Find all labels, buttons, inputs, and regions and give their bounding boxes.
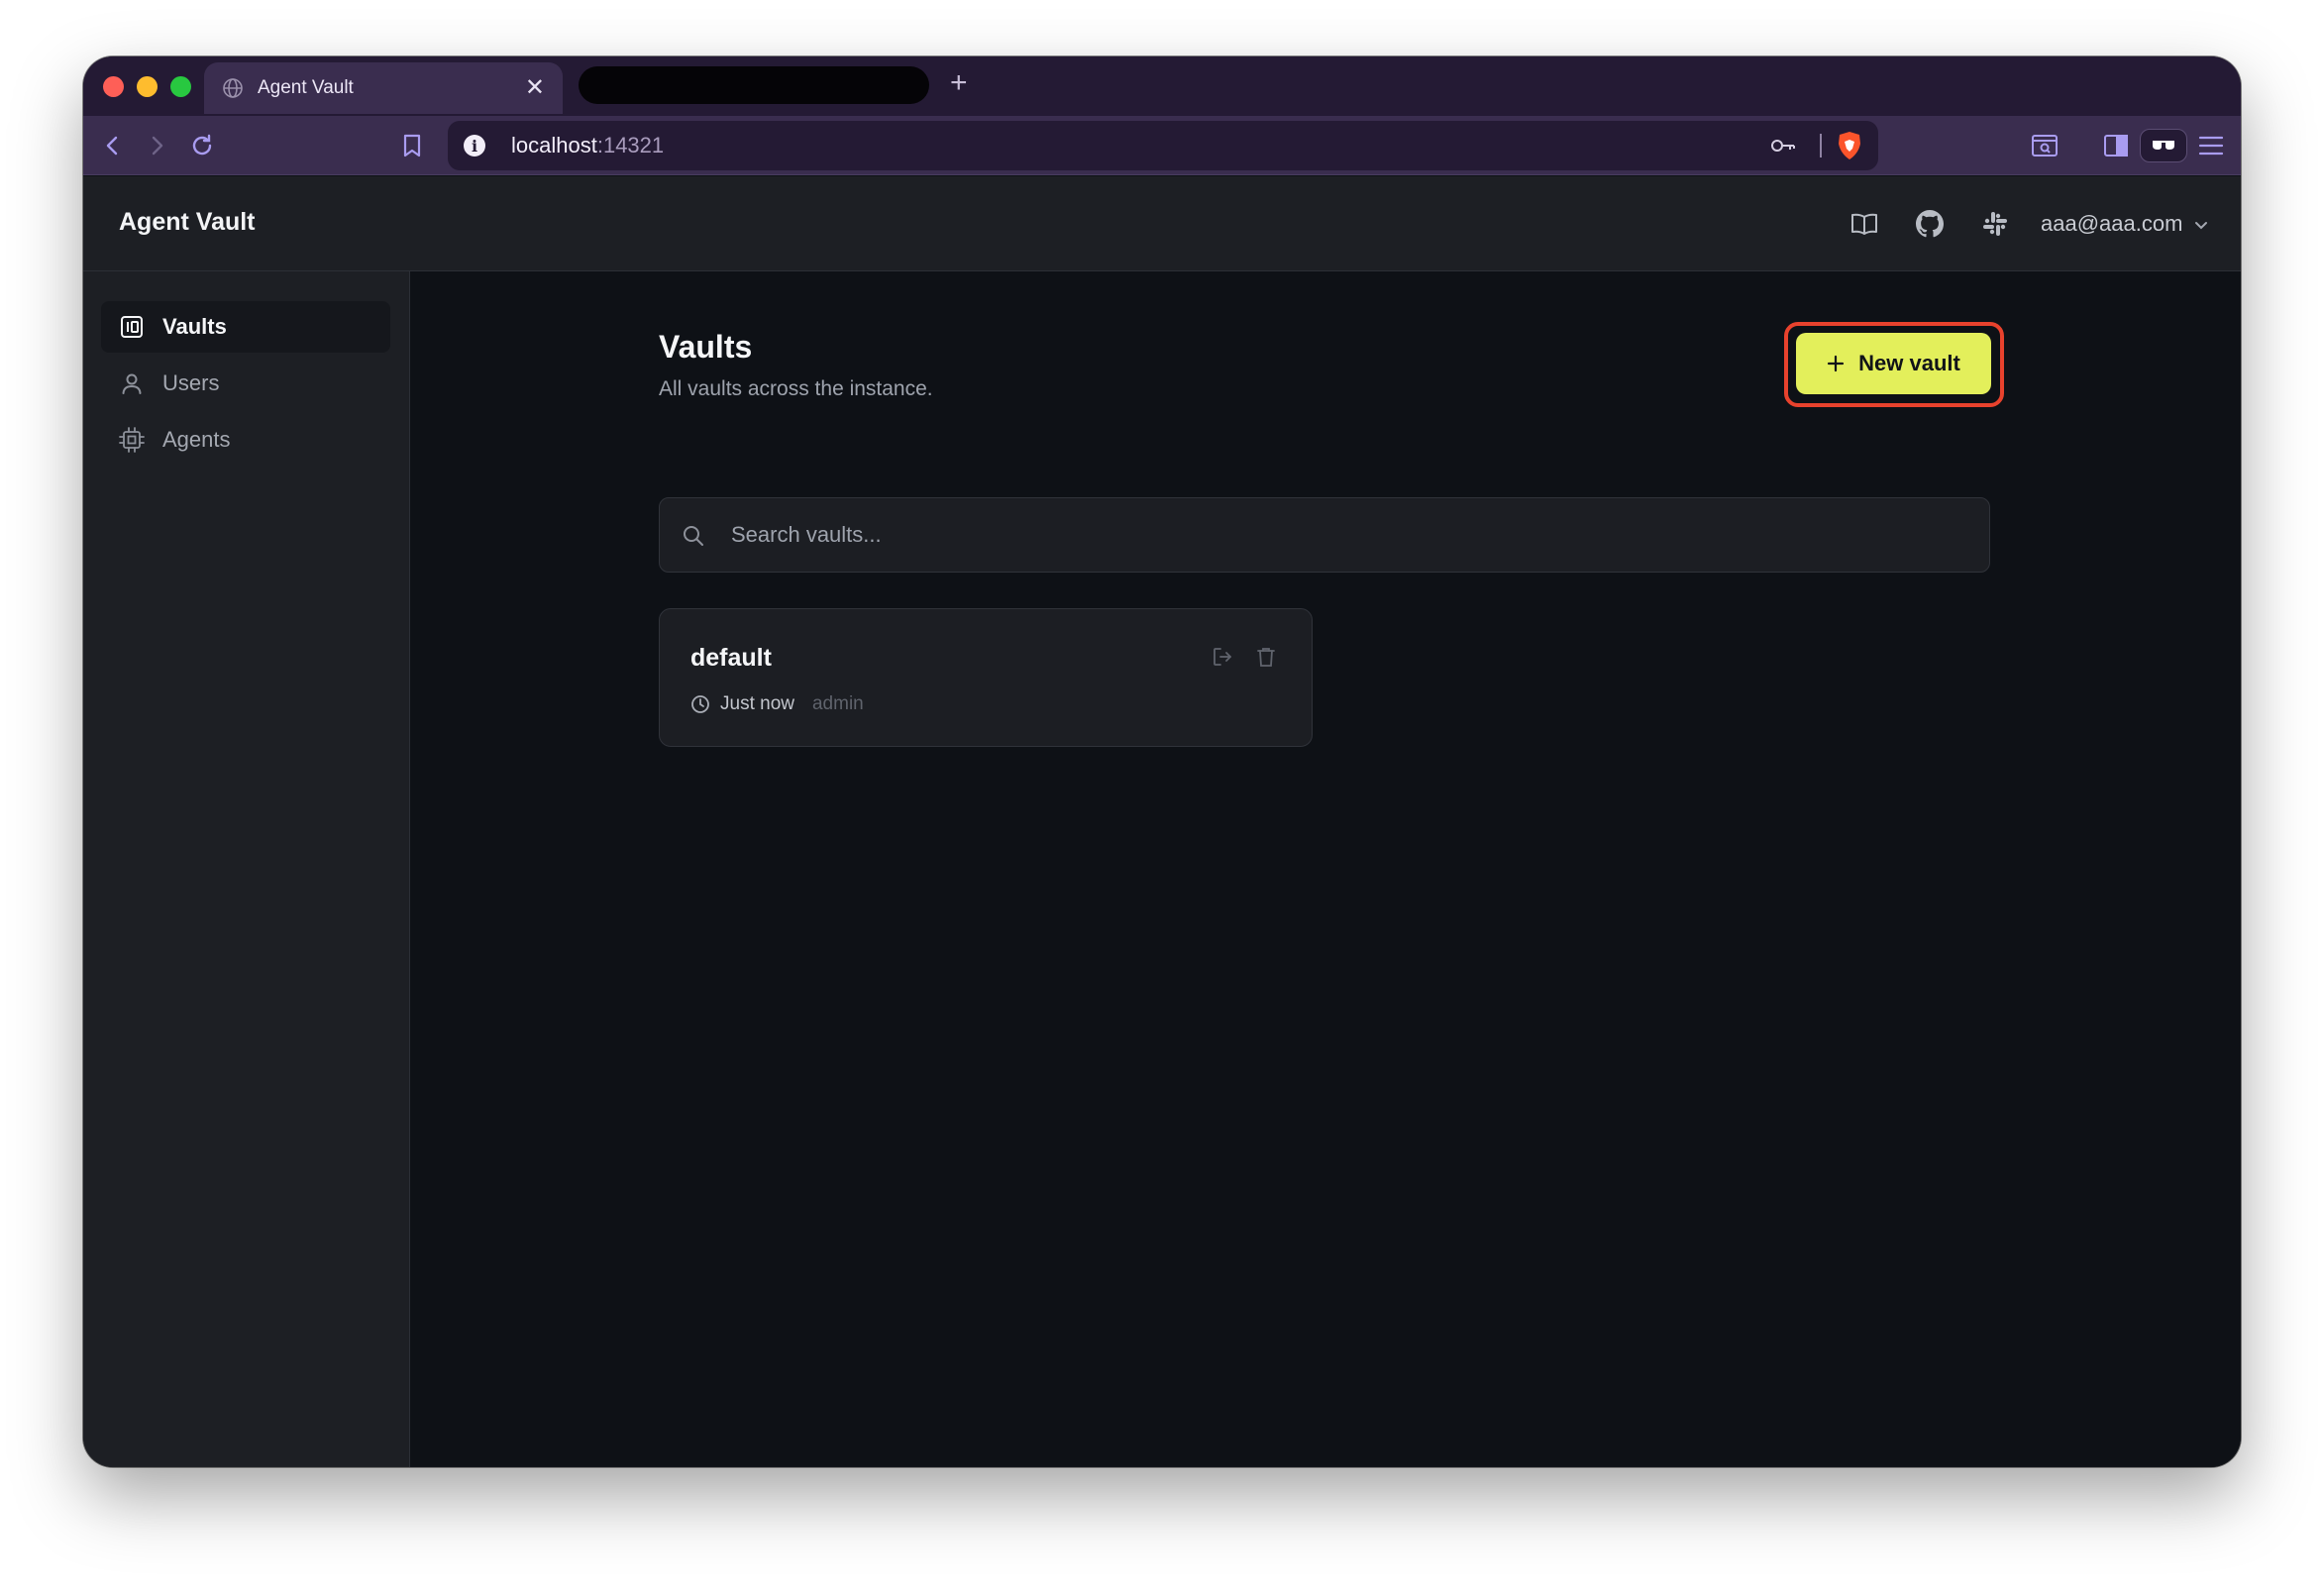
url-text: localhost:14321	[511, 133, 665, 158]
github-icon[interactable]	[1914, 208, 1946, 240]
back-icon[interactable]	[97, 130, 129, 161]
key-icon[interactable]	[1769, 133, 1797, 163]
search-input[interactable]	[731, 498, 1969, 572]
tab-close-icon[interactable]: ✕	[525, 76, 545, 100]
book-icon[interactable]	[1849, 208, 1880, 240]
user-menu[interactable]: aaa@aaa.com	[2041, 206, 2208, 242]
brave-shield-icon[interactable]	[1837, 131, 1862, 165]
new-tab-button[interactable]: +	[950, 68, 968, 98]
sidebar-item-agents[interactable]: Agents	[101, 414, 390, 466]
reload-icon[interactable]	[186, 130, 218, 161]
search-box	[659, 497, 1990, 573]
clock-icon	[690, 694, 710, 714]
page-subtitle: All vaults across the instance.	[659, 377, 933, 400]
globe-icon	[222, 77, 244, 99]
address-separator	[1820, 134, 1822, 158]
vault-icon	[119, 314, 145, 340]
new-vault-button[interactable]: New vault	[1796, 333, 1991, 394]
address-bar[interactable]: i localhost:14321	[448, 121, 1878, 170]
app-brand[interactable]: Agent Vault	[119, 208, 256, 237]
sidebar-item-label: Vaults	[162, 314, 227, 339]
glasses-icon[interactable]	[2140, 129, 2187, 162]
page-title: Vaults	[659, 329, 753, 365]
open-vault-icon[interactable]	[1209, 643, 1236, 671]
sidebar: Vaults Users Agents	[83, 271, 410, 1467]
screenshot-icon[interactable]	[2029, 130, 2060, 161]
site-info-icon[interactable]: i	[464, 135, 485, 157]
bookmark-icon[interactable]	[396, 130, 428, 161]
sidebar-toggle-icon[interactable]	[2100, 130, 2132, 161]
minimize-window-button[interactable]	[137, 76, 158, 97]
tab-strip: Agent Vault ✕ +	[83, 56, 2241, 116]
slack-icon[interactable]	[1979, 208, 2011, 240]
main-content: Vaults All vaults across the instance. N…	[411, 271, 2241, 1467]
user-icon	[119, 370, 145, 396]
sidebar-item-vaults[interactable]: Vaults	[101, 301, 390, 353]
vault-created-time: Just now	[720, 693, 794, 714]
vault-name[interactable]: default	[690, 644, 772, 673]
plus-icon	[1827, 355, 1845, 372]
forward-icon[interactable]	[141, 130, 172, 161]
tab-title: Agent Vault	[258, 77, 354, 98]
vault-meta: Just now admin	[690, 693, 864, 715]
search-icon	[682, 524, 705, 553]
vault-card[interactable]: default Just now admin	[659, 608, 1313, 747]
browser-tab-redacted[interactable]	[579, 66, 929, 104]
cpu-icon	[119, 427, 145, 453]
browser-toolbar: i localhost:14321	[83, 116, 2241, 175]
trash-icon[interactable]	[1252, 643, 1280, 671]
browser-tab-active[interactable]: Agent Vault ✕	[204, 62, 563, 114]
chevron-down-icon	[2194, 211, 2208, 237]
zoom-window-button[interactable]	[170, 76, 191, 97]
app-header: Agent Vault aaa@aaa.com	[83, 176, 2241, 271]
close-window-button[interactable]	[103, 76, 124, 97]
user-email: aaa@aaa.com	[2041, 211, 2183, 236]
sidebar-item-label: Agents	[162, 427, 231, 452]
browser-window: Agent Vault ✕ + i localhost:14321 Agent …	[83, 56, 2241, 1467]
menu-icon[interactable]	[2195, 130, 2227, 161]
sidebar-item-users[interactable]: Users	[101, 358, 390, 409]
vault-owner: admin	[811, 693, 864, 714]
new-vault-label: New vault	[1858, 351, 1960, 375]
sidebar-item-label: Users	[162, 370, 220, 395]
